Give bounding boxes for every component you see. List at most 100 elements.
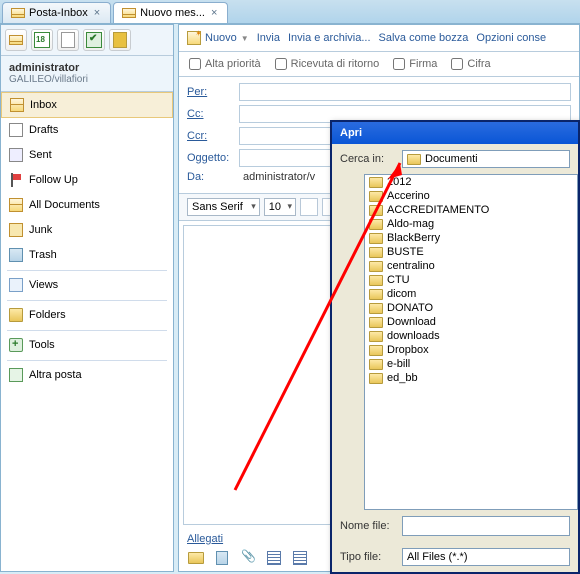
to-input[interactable] xyxy=(239,83,571,101)
folder-item[interactable]: BlackBerry xyxy=(365,231,577,245)
mail-icon xyxy=(122,8,136,18)
add-attachment-button[interactable] xyxy=(187,549,205,567)
sent-icon xyxy=(9,148,23,162)
receipt-checkbox[interactable]: Ricevuta di ritorno xyxy=(275,58,380,70)
folder-icon xyxy=(369,331,383,342)
folder-item[interactable]: dicom xyxy=(365,287,577,301)
folder-item[interactable]: BUSTE xyxy=(365,245,577,259)
folder-icon xyxy=(369,289,383,300)
folder-icon xyxy=(369,247,383,258)
folder-open-icon xyxy=(188,552,204,564)
sidebar-item-trash[interactable]: Trash xyxy=(1,243,173,268)
new-button[interactable]: Nuovo▼ xyxy=(187,31,249,45)
priority-checkbox[interactable]: Alta priorità xyxy=(189,58,261,70)
dialog-title: Apri xyxy=(332,122,578,144)
sidebar-item-inbox[interactable]: Inbox xyxy=(1,92,173,118)
compose-toolbar: Nuovo▼ Invia Invia e archivia... Salva c… xyxy=(179,25,579,52)
folder-name: 2012 xyxy=(387,176,411,188)
to-label[interactable]: Per: xyxy=(187,86,239,98)
attachment-view-button[interactable] xyxy=(291,549,309,567)
folder-item[interactable]: CTU xyxy=(365,273,577,287)
folder-name: BUSTE xyxy=(387,246,424,258)
folder-name: Accerino xyxy=(387,190,430,202)
filetype-value: All Files (*.*) xyxy=(407,551,468,563)
folder-icon xyxy=(369,233,383,244)
close-icon[interactable]: × xyxy=(209,7,219,19)
folder-icon xyxy=(369,177,383,188)
tab-inbox[interactable]: Posta-Inbox × xyxy=(2,2,111,23)
sidebar-item-label: Sent xyxy=(29,149,52,161)
filetype-select[interactable]: All Files (*.*) xyxy=(402,548,570,566)
look-in-label: Cerca in: xyxy=(340,153,396,165)
folder-item[interactable]: Accerino xyxy=(365,189,577,203)
sidebar-item-junk[interactable]: Junk xyxy=(1,218,173,243)
folder-item[interactable]: ACCREDITAMENTO xyxy=(365,203,577,217)
folder-item[interactable]: centralino xyxy=(365,259,577,273)
close-icon[interactable]: × xyxy=(92,7,102,19)
checkbox-label: Alta priorità xyxy=(205,58,261,70)
cc-label[interactable]: Cc: xyxy=(187,108,239,120)
notebook-icon[interactable] xyxy=(109,29,131,51)
sidebar-item-folders[interactable]: Folders xyxy=(1,303,173,328)
folder-icon xyxy=(369,303,383,314)
sidebar-item-drafts[interactable]: Drafts xyxy=(1,118,173,143)
send-link[interactable]: Invia xyxy=(257,32,280,44)
look-in-select[interactable]: Documenti xyxy=(402,150,570,168)
check-icon[interactable] xyxy=(83,29,105,51)
filename-label: Nome file: xyxy=(340,520,396,532)
folder-name: ACCREDITAMENTO xyxy=(387,204,489,216)
folder-list[interactable]: 2012 Accerino ACCREDITAMENTOAldo-magBlackB… xyxy=(364,174,578,510)
folder-item[interactable]: Dropbox xyxy=(365,343,577,357)
filetype-label: Tipo file: xyxy=(340,551,396,563)
folder-item[interactable]: downloads xyxy=(365,329,577,343)
folder-item[interactable]: e-bill xyxy=(365,357,577,371)
folder-name: ed_bb xyxy=(387,372,418,384)
contacts-icon[interactable] xyxy=(57,29,79,51)
sign-checkbox[interactable]: Firma xyxy=(393,58,437,70)
sidebar-item-sent[interactable]: Sent xyxy=(1,143,173,168)
folder-item[interactable]: Aldo-mag xyxy=(365,217,577,231)
folder-icon xyxy=(369,359,383,370)
folder-item[interactable]: DONATO xyxy=(365,301,577,315)
folder-name: Dropbox xyxy=(387,344,429,356)
mail-folders: Inbox Drafts Sent Follow Up All Document… xyxy=(1,92,173,571)
sidebar-item-tools[interactable]: Tools xyxy=(1,333,173,358)
font-size-select[interactable]: 10 xyxy=(264,198,296,216)
folder-icon xyxy=(369,317,383,328)
from-value: administrator/v xyxy=(239,171,315,183)
folder-item[interactable]: 2012 xyxy=(365,175,577,189)
calendar-icon[interactable] xyxy=(31,29,53,51)
attachment-options-button[interactable] xyxy=(239,549,257,567)
sidebar-item-alldocs[interactable]: All Documents xyxy=(1,193,173,218)
options-link[interactable]: Opzioni conse xyxy=(476,32,546,44)
attachments-label[interactable]: Allegati xyxy=(187,533,223,545)
subject-label: Oggetto: xyxy=(187,152,239,164)
sidebar-item-other-mail[interactable]: Altra posta xyxy=(1,363,173,388)
remove-attachment-button[interactable] xyxy=(213,549,231,567)
bcc-label[interactable]: Ccr: xyxy=(187,130,239,142)
font-family-select[interactable]: Sans Serif xyxy=(187,198,260,216)
sidebar-item-label: Drafts xyxy=(29,124,58,136)
folder-icon xyxy=(369,261,383,272)
folder-item[interactable]: ed_bb xyxy=(365,371,577,385)
attachment-view-button[interactable] xyxy=(265,549,283,567)
folder-name: BlackBerry xyxy=(387,232,440,244)
tab-new-message[interactable]: Nuovo mes... × xyxy=(113,2,228,23)
draft-icon xyxy=(9,123,23,137)
save-draft-link[interactable]: Salva come bozza xyxy=(379,32,469,44)
mail-icon[interactable] xyxy=(5,29,27,51)
encrypt-checkbox[interactable]: Cifra xyxy=(451,58,490,70)
folder-item[interactable]: Download xyxy=(365,315,577,329)
sidebar-item-followup[interactable]: Follow Up xyxy=(1,168,173,193)
from-label: Da: xyxy=(187,171,239,183)
tab-label: Nuovo mes... xyxy=(140,7,205,19)
checkbox-label: Firma xyxy=(409,58,437,70)
format-button[interactable] xyxy=(300,198,318,216)
folder-name: downloads xyxy=(387,330,440,342)
checkbox-label: Cifra xyxy=(467,58,490,70)
send-archive-link[interactable]: Invia e archivia... xyxy=(288,32,371,44)
sidebar-item-views[interactable]: Views xyxy=(1,273,173,298)
filename-input[interactable] xyxy=(402,516,570,536)
sidebar-item-label: Inbox xyxy=(30,99,57,111)
folder-name: e-bill xyxy=(387,358,410,370)
